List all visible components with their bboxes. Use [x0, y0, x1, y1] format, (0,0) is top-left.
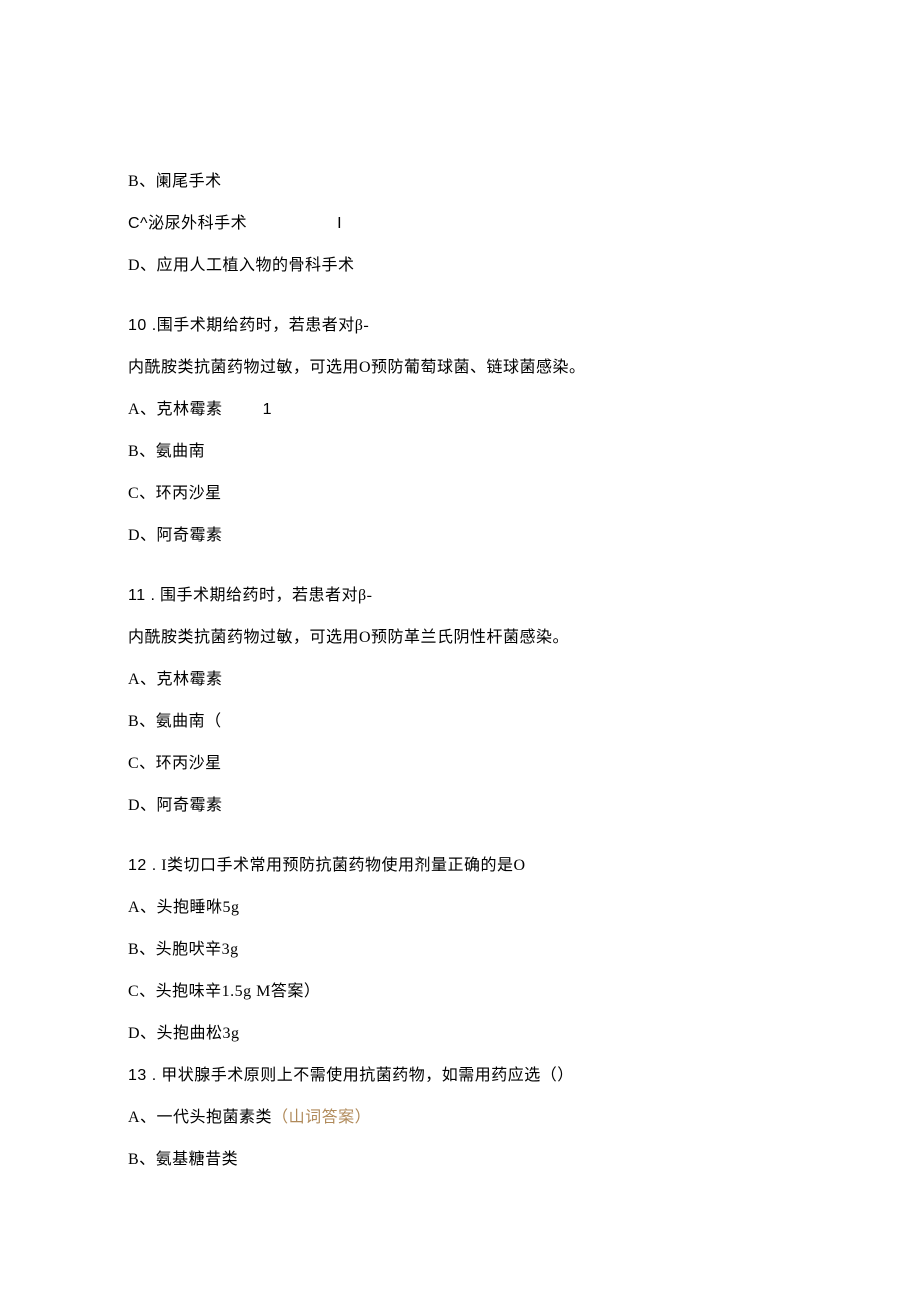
q11-option-c: C、环丙沙星	[128, 752, 792, 776]
q13-opta-text: A、一代头抱菌素类	[128, 1109, 272, 1126]
q12-option-a: A、头抱睡咻5g	[128, 896, 792, 920]
q11-stem-line1: 11 . 围手术期给药时，若患者对β-	[128, 584, 792, 608]
q9-optc-mark: I	[337, 215, 342, 232]
q13-stem: 13 . 甲状腺手术原则上不需使用抗菌药物，如需用药应选（）	[128, 1064, 792, 1088]
q11-option-d: D、阿奇霉素	[128, 794, 792, 818]
q10-option-a: A、克林霉素 1	[128, 398, 792, 422]
q11-option-b: B、氨曲南（	[128, 710, 792, 734]
q12-number: 12 .	[128, 857, 157, 874]
q10-option-b: B、氨曲南	[128, 440, 792, 464]
q13-number: 13 .	[128, 1067, 157, 1084]
q9-optc-prefix: C^	[128, 215, 148, 232]
q13-stem-text: 甲状腺手术原则上不需使用抗菌药物，如需用药应选（）	[157, 1067, 574, 1084]
q11-number: 11 .	[128, 587, 156, 604]
q12-option-b: B、头胞吠辛3g	[128, 938, 792, 962]
q10-stem1: 围手术期给药时，若患者对β-	[157, 317, 369, 334]
q10-option-c: C、环丙沙星	[128, 482, 792, 506]
q10-opta-mark: 1	[263, 401, 272, 418]
q12-stem: 12 . I类切口手术常用预防抗菌药物使用剂量正确的是O	[128, 854, 792, 878]
q10-option-d: D、阿奇霉素	[128, 524, 792, 548]
q13-option-a: A、一代头抱菌素类（山词答案）	[128, 1106, 792, 1130]
q9-option-d: D、应用人工植入物的骨科手术	[128, 254, 792, 278]
q9-optc-text: 泌尿外科手术	[148, 215, 247, 232]
q11-option-a: A、克林霉素	[128, 668, 792, 692]
q12-stem-text: I类切口手术常用预防抗菌药物使用剂量正确的是O	[157, 857, 526, 874]
q11-stem1: 围手术期给药时，若患者对β-	[156, 587, 373, 604]
q10-number: 10 .	[128, 317, 157, 334]
q9-option-b: B、阑尾手术	[128, 170, 792, 194]
q11-stem-line2: 内酰胺类抗菌药物过敏，可选用O预防革兰氏阴性杆菌感染。	[128, 626, 792, 650]
q12-option-d: D、头抱曲松3g	[128, 1022, 792, 1046]
q10-stem-line1: 10 .围手术期给药时，若患者对β-	[128, 314, 792, 338]
q10-opta-text: A、克林霉素	[128, 401, 223, 418]
q9-option-c: C^泌尿外科手术 I	[128, 212, 792, 236]
q13-opta-note: （山词答案）	[272, 1109, 371, 1126]
q12-option-c: C、头抱味辛1.5g M答案）	[128, 980, 792, 1004]
q10-stem-line2: 内酰胺类抗菌药物过敏，可选用O预防葡萄球菌、链球菌感染。	[128, 356, 792, 380]
q13-option-b: B、氨基糖昔类	[128, 1148, 792, 1172]
